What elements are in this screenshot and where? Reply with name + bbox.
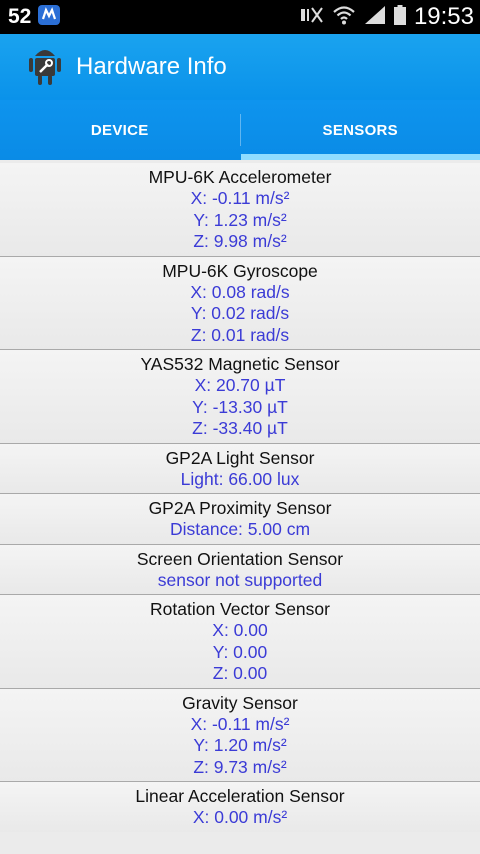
tab-device[interactable]: DEVICE (0, 100, 240, 160)
action-bar: Hardware Info (0, 34, 480, 100)
sensor-value: Z: 0.01 rad/s (190, 324, 290, 345)
sensor-value: Z: 9.73 m/s² (193, 756, 287, 777)
sensor-value: Light: 66.00 lux (180, 468, 300, 489)
sensor-item: Rotation Vector Sensor X: 0.00 Y: 0.00 Z… (0, 595, 480, 689)
sensor-value: Distance: 5.00 cm (169, 519, 311, 539)
wifi-icon (332, 4, 356, 31)
app-title: Hardware Info (76, 53, 227, 80)
sensor-value: X: -0.11 m/s² (190, 713, 290, 734)
tab-bar: DEVICE SENSORS (0, 100, 480, 160)
sensor-value: Y: -13.30 µT (192, 396, 288, 417)
sensor-name: YAS532 Magnetic Sensor (140, 354, 340, 374)
sensor-name: GP2A Light Sensor (165, 447, 315, 468)
sensor-value: X: 0.08 rad/s (190, 281, 290, 302)
bluetooth-app-icon (37, 4, 61, 31)
sensor-item: GP2A Proximity Sensor Distance: 5.00 cm (0, 494, 480, 545)
sensor-value: Z: 9.98 m/s² (193, 231, 287, 251)
sensor-value: Y: 1.23 m/s² (193, 209, 287, 230)
sensor-value: Y: 1.20 m/s² (193, 735, 287, 755)
sensor-item: GP2A Light Sensor Light: 66.00 lux (0, 443, 480, 494)
signal-icon (364, 5, 386, 30)
sensor-value: X: 20.70 µT (194, 375, 286, 395)
clock: 19:53 (413, 3, 474, 30)
sensor-name: GP2A Proximity Sensor (148, 498, 332, 518)
sensor-name: Screen Orientation Sensor (136, 548, 344, 569)
sensor-value: X: -0.11 m/s² (190, 188, 290, 208)
sensor-list[interactable]: MPU-6K Accelerometer X: -0.11 m/s² Y: 1.… (0, 163, 480, 832)
status-bar: 52 19:53 (0, 0, 480, 34)
sensor-item: Linear Acceleration Sensor X: 0.00 m/s² (0, 782, 480, 832)
sensor-item: Screen Orientation Sensor sensor not sup… (0, 544, 480, 595)
notification-count: 52 (8, 5, 32, 28)
battery-icon (393, 4, 406, 30)
sensor-item: MPU-6K Accelerometer X: -0.11 m/s² Y: 1.… (0, 163, 480, 257)
sensor-value: X: 0.00 (212, 620, 268, 640)
tab-sensors[interactable]: SENSORS (240, 100, 480, 160)
sensor-name: Gravity Sensor (182, 692, 298, 713)
sensor-item: Gravity Sensor X: -0.11 m/s² Y: 1.20 m/s… (0, 688, 480, 782)
android-wrench-icon[interactable] (28, 44, 62, 91)
sensor-value: sensor not supported (157, 569, 323, 590)
sensor-value: Z: 0.00 (212, 663, 268, 683)
sensor-item: MPU-6K Gyroscope X: 0.08 rad/s Y: 0.02 r… (0, 256, 480, 350)
sensor-name: MPU-6K Gyroscope (162, 260, 318, 281)
sensor-value: Z: -33.40 µT (192, 418, 288, 438)
mute-icon (298, 5, 324, 30)
sensor-name: MPU-6K Accelerometer (148, 167, 332, 187)
sensor-name: Linear Acceleration Sensor (135, 786, 345, 806)
sensor-item: YAS532 Magnetic Sensor X: 20.70 µT Y: -1… (0, 350, 480, 444)
sensor-value: Y: 0.02 rad/s (190, 303, 290, 323)
sensor-value: Y: 0.00 (212, 641, 268, 662)
sensor-value: X: 0.00 m/s² (192, 807, 288, 827)
sensor-name: Rotation Vector Sensor (150, 599, 330, 619)
